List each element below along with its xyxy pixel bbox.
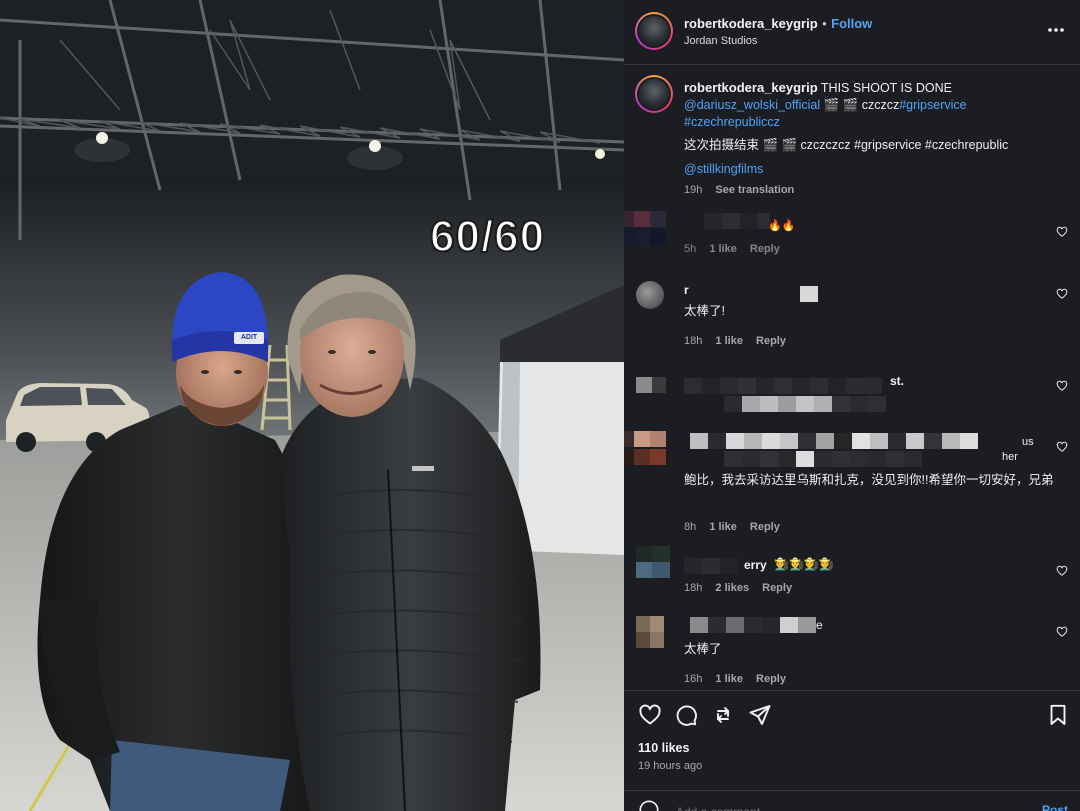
separator-dot: • <box>822 16 827 31</box>
comment-6-heart-icon[interactable] <box>1056 626 1068 638</box>
comment-2-heart-icon[interactable] <box>1056 288 1068 300</box>
comment-3-fragment: st. <box>890 374 905 388</box>
post-side-panel: robertkodera_keygrip • Follow Jordan Stu… <box>624 0 1080 811</box>
caption-body: robertkodera_keygrip THIS SHOOT IS DONE … <box>684 79 1064 131</box>
comment-5-heart-icon[interactable] <box>1056 565 1068 577</box>
photo-illustration <box>0 0 624 811</box>
bookmark-icon[interactable] <box>1046 703 1070 727</box>
comments-scroll-area[interactable]: robertkodera_keygrip THIS SHOOT IS DONE … <box>624 65 1080 689</box>
comment-5-fragment[interactable]: erry <box>744 558 767 572</box>
caption-emojis: 🎬 🎬 <box>823 98 859 112</box>
caption-meta: 19h See translation <box>684 184 794 196</box>
more-options-icon[interactable] <box>1046 20 1066 40</box>
comment-1-likes[interactable]: 1 like <box>709 243 737 255</box>
post-header: robertkodera_keygrip • Follow Jordan Stu… <box>624 0 1080 65</box>
add-comment-row: Post <box>624 790 1080 811</box>
comment-6-meta: 16h 1 like Reply <box>684 673 786 685</box>
redacted-comment-5-name <box>684 558 738 574</box>
comment-1-reply[interactable]: Reply <box>750 243 780 255</box>
comment-2-time: 18h <box>684 335 703 347</box>
share-repost-icon[interactable] <box>711 703 735 727</box>
comment-5-likes[interactable]: 2 likes <box>715 582 749 594</box>
comment-input[interactable] <box>674 804 1008 811</box>
redacted-comment-4-line1 <box>690 433 978 449</box>
comment-6-time: 16h <box>684 673 703 685</box>
likes-count[interactable]: 110 likes <box>638 741 689 755</box>
redacted-block <box>800 286 818 302</box>
post-location[interactable]: Jordan Studios <box>684 35 757 47</box>
comment-2-username-fragment[interactable]: r <box>684 283 689 297</box>
comment-5-avatar-bottom <box>636 562 670 578</box>
comment-4-fragment: us <box>1022 436 1034 448</box>
comment-4-time: 8h <box>684 521 697 533</box>
comment-6-text: 太棒了 <box>684 642 722 656</box>
photo-overlay-text: 60/60 <box>429 211 546 262</box>
emoji-icon[interactable] <box>638 799 660 811</box>
comment-4-reply[interactable]: Reply <box>750 521 780 533</box>
comment-6-avatar[interactable] <box>636 616 664 632</box>
hashtag-czechrepubliccz[interactable]: #czechrepubliccz <box>684 115 780 129</box>
beanie-logo: ADIT <box>234 332 264 344</box>
caption-line1: THIS SHOOT IS DONE <box>820 81 952 95</box>
comment-4-avatar-bottom <box>624 449 666 465</box>
follow-button[interactable]: Follow <box>831 16 872 31</box>
redacted-comment-6-name <box>690 617 816 633</box>
send-icon[interactable] <box>748 703 772 727</box>
comment-4-text: 鲍比，我去采访达里乌斯和扎克，没见到你!!希望你一切安好，兄弟 <box>684 473 1054 487</box>
comment-6-likes[interactable]: 1 like <box>715 673 743 685</box>
comment-1-meta: 5h 1 like Reply <box>684 243 780 255</box>
comment-icon[interactable] <box>674 703 698 727</box>
comment-2-meta: 18h 1 like Reply <box>684 335 786 347</box>
comment-6-avatar-bottom <box>636 632 664 648</box>
comment-2-likes[interactable]: 1 like <box>715 335 743 347</box>
comment-4-avatar[interactable] <box>624 431 666 447</box>
comment-4-likes[interactable]: 1 like <box>709 521 737 533</box>
post-photo[interactable]: 60/60 ADIT <box>0 0 624 811</box>
hashtag-gripservice[interactable]: #gripservice <box>899 98 966 112</box>
author-avatar[interactable] <box>635 12 673 50</box>
author-username[interactable]: robertkodera_keygrip <box>684 16 818 31</box>
redacted-avatar-bottom <box>624 229 666 245</box>
post-time: 19 hours ago <box>638 760 703 772</box>
caption-time: 19h <box>684 184 703 196</box>
caption-czcz: czczcz <box>861 98 900 112</box>
comment-1-time: 5h <box>684 243 697 255</box>
comment-5-avatar[interactable] <box>636 546 670 562</box>
redacted-comment-4-line2 <box>724 451 922 467</box>
redacted-comment-3-line1 <box>684 378 882 394</box>
instagram-post-view: 60/60 ADIT robertkodera_keygrip • Follow… <box>0 0 1080 811</box>
redacted-comment-3-line2 <box>724 396 886 412</box>
mention-dariusz[interactable]: @dariusz_wolski_official <box>684 98 820 112</box>
comment-5-text: 👨‍🌾👨‍🌾👨‍🌾👨‍🌾 <box>774 557 834 571</box>
comment-1-text: 🔥🔥 <box>768 220 796 232</box>
comment-3-avatar[interactable] <box>636 377 666 393</box>
comment-4-fragment-2: her <box>1002 451 1018 463</box>
comment-3-heart-icon[interactable] <box>1056 380 1068 392</box>
mention-stillkingfilms[interactable]: @stillkingfilms <box>684 161 763 178</box>
comment-4-heart-icon[interactable] <box>1056 441 1068 453</box>
redacted-avatar <box>624 211 666 227</box>
caption-avatar[interactable] <box>635 75 673 113</box>
comment-2-text: 太棒了! <box>684 304 725 318</box>
post-comment-button[interactable]: Post <box>1042 803 1068 811</box>
caption-line2: 这次拍摄结束 🎬 🎬 czczczcz #gripservice #czechr… <box>684 138 1009 152</box>
comment-4-meta: 8h 1 like Reply <box>684 521 780 533</box>
redacted-username <box>704 213 770 229</box>
comment-6-fragment: e <box>816 618 823 632</box>
comment-5-time: 18h <box>684 582 703 594</box>
comment-5-reply[interactable]: Reply <box>762 582 792 594</box>
comment-5-meta: 18h 2 likes Reply <box>684 582 792 594</box>
like-heart-icon[interactable] <box>638 703 662 727</box>
comment-1-heart-icon[interactable] <box>1056 226 1068 238</box>
see-translation-link[interactable]: See translation <box>715 184 794 196</box>
comment-2-avatar[interactable] <box>636 281 664 309</box>
comment-6-reply[interactable]: Reply <box>756 673 786 685</box>
comment-2-reply[interactable]: Reply <box>756 335 786 347</box>
caption-username[interactable]: robertkodera_keygrip <box>684 80 818 95</box>
